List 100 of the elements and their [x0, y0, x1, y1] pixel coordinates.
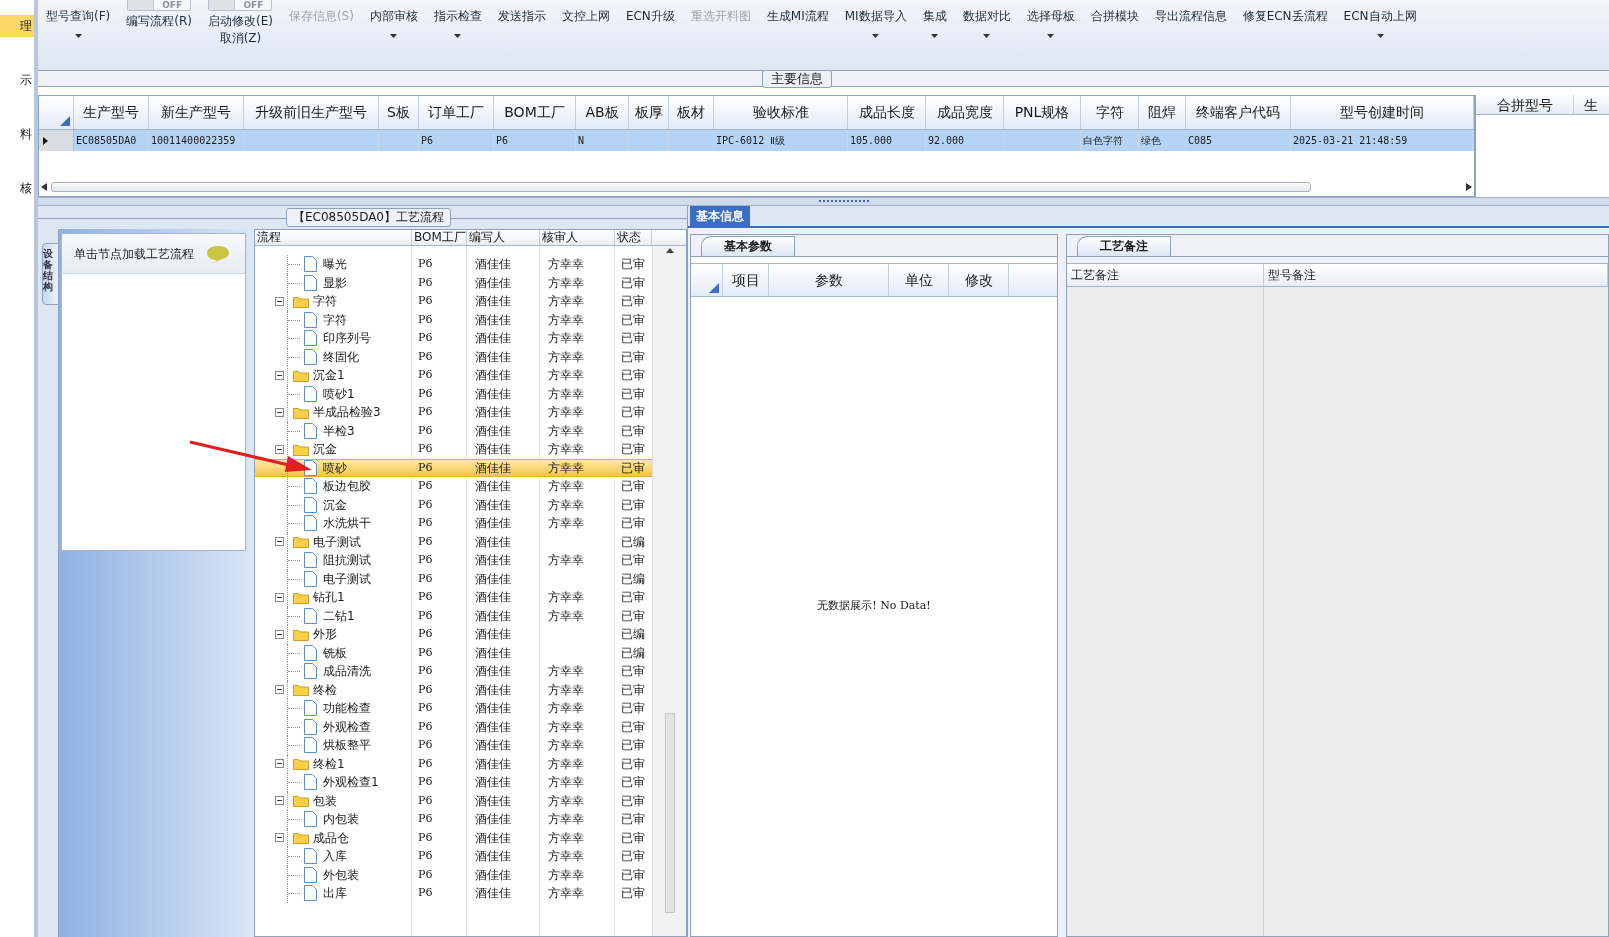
scroll-left-icon[interactable] — [41, 183, 47, 191]
toolbar-button[interactable]: 发送指示 — [493, 0, 550, 64]
menu-caret[interactable] — [983, 34, 991, 38]
tree-row[interactable]: 二钻1 P6 酒佳佳 方幸幸 已审 — [255, 606, 652, 625]
toolbar-button[interactable]: OFF 启动修改(E) 取消(Z) — [203, 0, 277, 64]
column-header[interactable]: 成品宽度 — [926, 96, 1004, 129]
tree-row[interactable]: 烘板整平 P6 酒佳佳 方幸幸 已审 — [255, 736, 652, 755]
column-header[interactable]: 型号创建时间 — [1291, 96, 1474, 129]
tree-row[interactable]: 阻抗测试 P6 酒佳佳 方幸幸 已审 — [255, 551, 652, 570]
column-header[interactable]: 合拼型号 — [1476, 95, 1574, 114]
tree-row[interactable]: 沉金1 P6 酒佳佳 方幸幸 已审 — [255, 366, 652, 385]
nav-item[interactable]: 示 — [0, 69, 34, 91]
vertical-scrollbar[interactable] — [652, 246, 686, 936]
toolbar-button[interactable]: ECN自动上网 — [1339, 0, 1421, 64]
column-header[interactable]: 核审人 — [540, 230, 615, 245]
tree-row[interactable]: 外观检查1 P6 酒佳佳 方幸幸 已审 — [255, 773, 652, 792]
column-header[interactable]: S板 — [379, 96, 419, 129]
tree-row[interactable]: 入库 P6 酒佳佳 方幸幸 已审 — [255, 847, 652, 866]
column-header[interactable]: 字符 — [1081, 96, 1139, 129]
collapse-icon[interactable] — [275, 370, 284, 380]
toolbar-button[interactable]: 合拼模块 — [1086, 0, 1143, 64]
toolbar-button[interactable]: 指示检查 — [429, 0, 486, 64]
tree-row[interactable]: 水洗烘干 P6 酒佳佳 方幸幸 已审 — [255, 514, 652, 533]
column-header[interactable]: 验收标准 — [714, 96, 848, 129]
tree-row[interactable]: 成品仓 P6 酒佳佳 方幸幸 已审 — [255, 828, 652, 847]
nav-item[interactable]: 料 — [0, 123, 34, 145]
column-header[interactable]: 新生产型号 — [149, 96, 244, 129]
column-header[interactable]: 生产型号 — [74, 96, 149, 129]
tree-row[interactable]: 字符 P6 酒佳佳 方幸幸 已审 — [255, 310, 652, 329]
collapse-icon[interactable] — [275, 796, 284, 806]
column-header[interactable]: 板材 — [669, 96, 714, 129]
toolbar-button[interactable]: 导出流程信息 — [1150, 0, 1231, 64]
column-header[interactable]: 升级前旧生产型号 — [244, 96, 379, 129]
tree-row[interactable]: 喷砂 P6 酒佳佳 方幸幸 已审 — [255, 458, 652, 477]
tree-row[interactable]: 沉金 P6 酒佳佳 方幸幸 已审 — [255, 495, 652, 514]
column-header[interactable]: 状态 — [615, 230, 652, 245]
scrollbar-thumb[interactable] — [664, 713, 675, 913]
toolbar-button[interactable]: 型号查询(F) — [42, 0, 115, 64]
toolbar-button[interactable]: 数据对比 — [958, 0, 1015, 64]
horizontal-scrollbar[interactable] — [41, 180, 1472, 194]
column-header[interactable]: 阻焊 — [1139, 96, 1186, 129]
tree-row[interactable]: 印序列号 P6 酒佳佳 方幸幸 已审 — [255, 329, 652, 348]
menu-caret[interactable] — [390, 34, 398, 38]
tree-row[interactable]: 半成品检验3 P6 酒佳佳 方幸幸 已审 — [255, 403, 652, 422]
menu-caret[interactable] — [872, 34, 880, 38]
tree-row[interactable]: 钻孔1 P6 酒佳佳 方幸幸 已审 — [255, 588, 652, 607]
toolbar-button[interactable]: MI数据导入 — [840, 0, 911, 64]
column-header[interactable]: 订单工厂 — [419, 96, 494, 129]
tree-row[interactable]: 内包装 P6 酒佳佳 方幸幸 已审 — [255, 810, 652, 829]
column-header[interactable]: 工艺备注 — [1067, 264, 1264, 286]
collapse-icon[interactable] — [275, 833, 284, 843]
tree-row[interactable]: 电子测试 P6 酒佳佳 已编 — [255, 532, 652, 551]
toolbar-button[interactable]: 内部审核 — [365, 0, 422, 64]
tree-row[interactable]: 终检1 P6 酒佳佳 方幸幸 已审 — [255, 754, 652, 773]
toolbar-button[interactable]: OFF 编写流程(R) — [122, 0, 196, 64]
nav-item[interactable]: 理 — [0, 15, 34, 37]
column-header[interactable]: 流程 — [255, 230, 412, 245]
tree-row[interactable]: 终检 P6 酒佳佳 方幸幸 已审 — [255, 680, 652, 699]
tree-row[interactable]: 半检3 P6 酒佳佳 方幸幸 已审 — [255, 421, 652, 440]
tree-row[interactable]: 铣板 P6 酒佳佳 已编 — [255, 643, 652, 662]
toolbar-button[interactable]: 修复ECN丢流程 — [1238, 0, 1332, 64]
collapse-icon[interactable] — [275, 685, 284, 695]
tree-row[interactable]: 终固化 P6 酒佳佳 方幸幸 已审 — [255, 347, 652, 366]
tree-row[interactable]: 外形 P6 酒佳佳 已编 — [255, 625, 652, 644]
column-header[interactable]: 参数 — [769, 264, 889, 296]
column-header[interactable]: PNL规格 — [1004, 96, 1081, 129]
tree-row[interactable]: 显影 P6 酒佳佳 方幸幸 已审 — [255, 273, 652, 292]
tree-row[interactable]: 电子测试 P6 酒佳佳 已编 — [255, 569, 652, 588]
tab[interactable]: 基本信息 — [690, 206, 750, 226]
tree-row[interactable]: 出库 P6 酒佳佳 方幸幸 已审 — [255, 884, 652, 903]
menu-caret[interactable] — [1047, 34, 1055, 38]
collapse-icon[interactable] — [275, 407, 284, 417]
tree-row[interactable]: 包装 P6 酒佳佳 方幸幸 已审 — [255, 791, 652, 810]
tree-row[interactable]: 成品清洗 P6 酒佳佳 方幸幸 已审 — [255, 662, 652, 681]
column-header[interactable]: 型号备注 — [1264, 264, 1608, 286]
column-header[interactable]: 单位 — [889, 264, 949, 296]
toolbar-button[interactable]: 生成MI流程 — [762, 0, 833, 64]
collapse-icon[interactable] — [275, 444, 284, 454]
toolbar-button[interactable]: 选择母板 — [1022, 0, 1079, 64]
collapse-icon[interactable] — [275, 759, 284, 769]
column-header[interactable]: 终端客户代码 — [1186, 96, 1291, 129]
menu-caret[interactable] — [1376, 34, 1384, 38]
column-header[interactable]: BOM工厂 — [412, 230, 467, 245]
toolbar-button[interactable]: 集成 — [918, 0, 951, 64]
column-header[interactable]: AB板 — [576, 96, 629, 129]
scroll-right-icon[interactable] — [1466, 183, 1472, 191]
toolbar-button[interactable]: 文控上网 — [557, 0, 614, 64]
collapse-icon[interactable] — [275, 296, 284, 306]
menu-caret[interactable] — [74, 34, 82, 38]
tree-row[interactable]: 曝光 P6 酒佳佳 方幸幸 已审 — [255, 255, 652, 274]
tree-row[interactable]: 字符 P6 酒佳佳 方幸幸 已审 — [255, 292, 652, 311]
tree-row[interactable]: 外观检查 P6 酒佳佳 方幸幸 已审 — [255, 717, 652, 736]
menu-caret[interactable] — [931, 34, 939, 38]
column-header[interactable]: 生 — [1574, 95, 1609, 114]
tree-row[interactable]: 外包装 P6 酒佳佳 方幸幸 已审 — [255, 865, 652, 884]
menu-caret[interactable] — [454, 34, 462, 38]
collapse-icon[interactable] — [275, 537, 284, 547]
tab[interactable]: 基本参数 — [701, 236, 795, 256]
column-header[interactable]: 成品长度 — [848, 96, 926, 129]
tree-row[interactable]: 喷砂1 P6 酒佳佳 方幸幸 已审 — [255, 384, 652, 403]
